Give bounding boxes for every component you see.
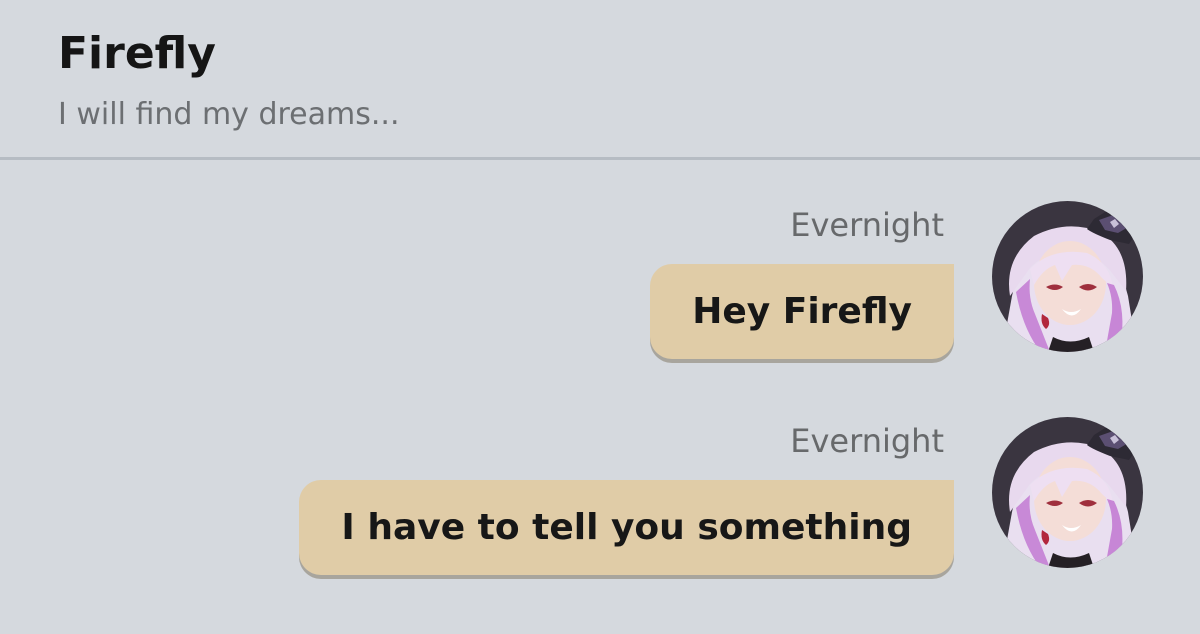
avatar-icon[interactable] (992, 201, 1143, 352)
message-bubble[interactable]: Hey Firefly (650, 264, 954, 359)
anime-character-avatar-icon (992, 417, 1143, 568)
chat-title: Firefly (58, 28, 216, 79)
chat-subtitle: I will find my dreams... (58, 97, 400, 132)
message-sender: Evernight (790, 422, 944, 460)
anime-character-avatar-icon (992, 201, 1143, 352)
avatar-icon[interactable] (992, 417, 1143, 568)
message-bubble[interactable]: I have to tell you something (299, 480, 954, 575)
chat-header: Firefly I will find my dreams... (0, 0, 1200, 160)
message-sender: Evernight (790, 206, 944, 244)
